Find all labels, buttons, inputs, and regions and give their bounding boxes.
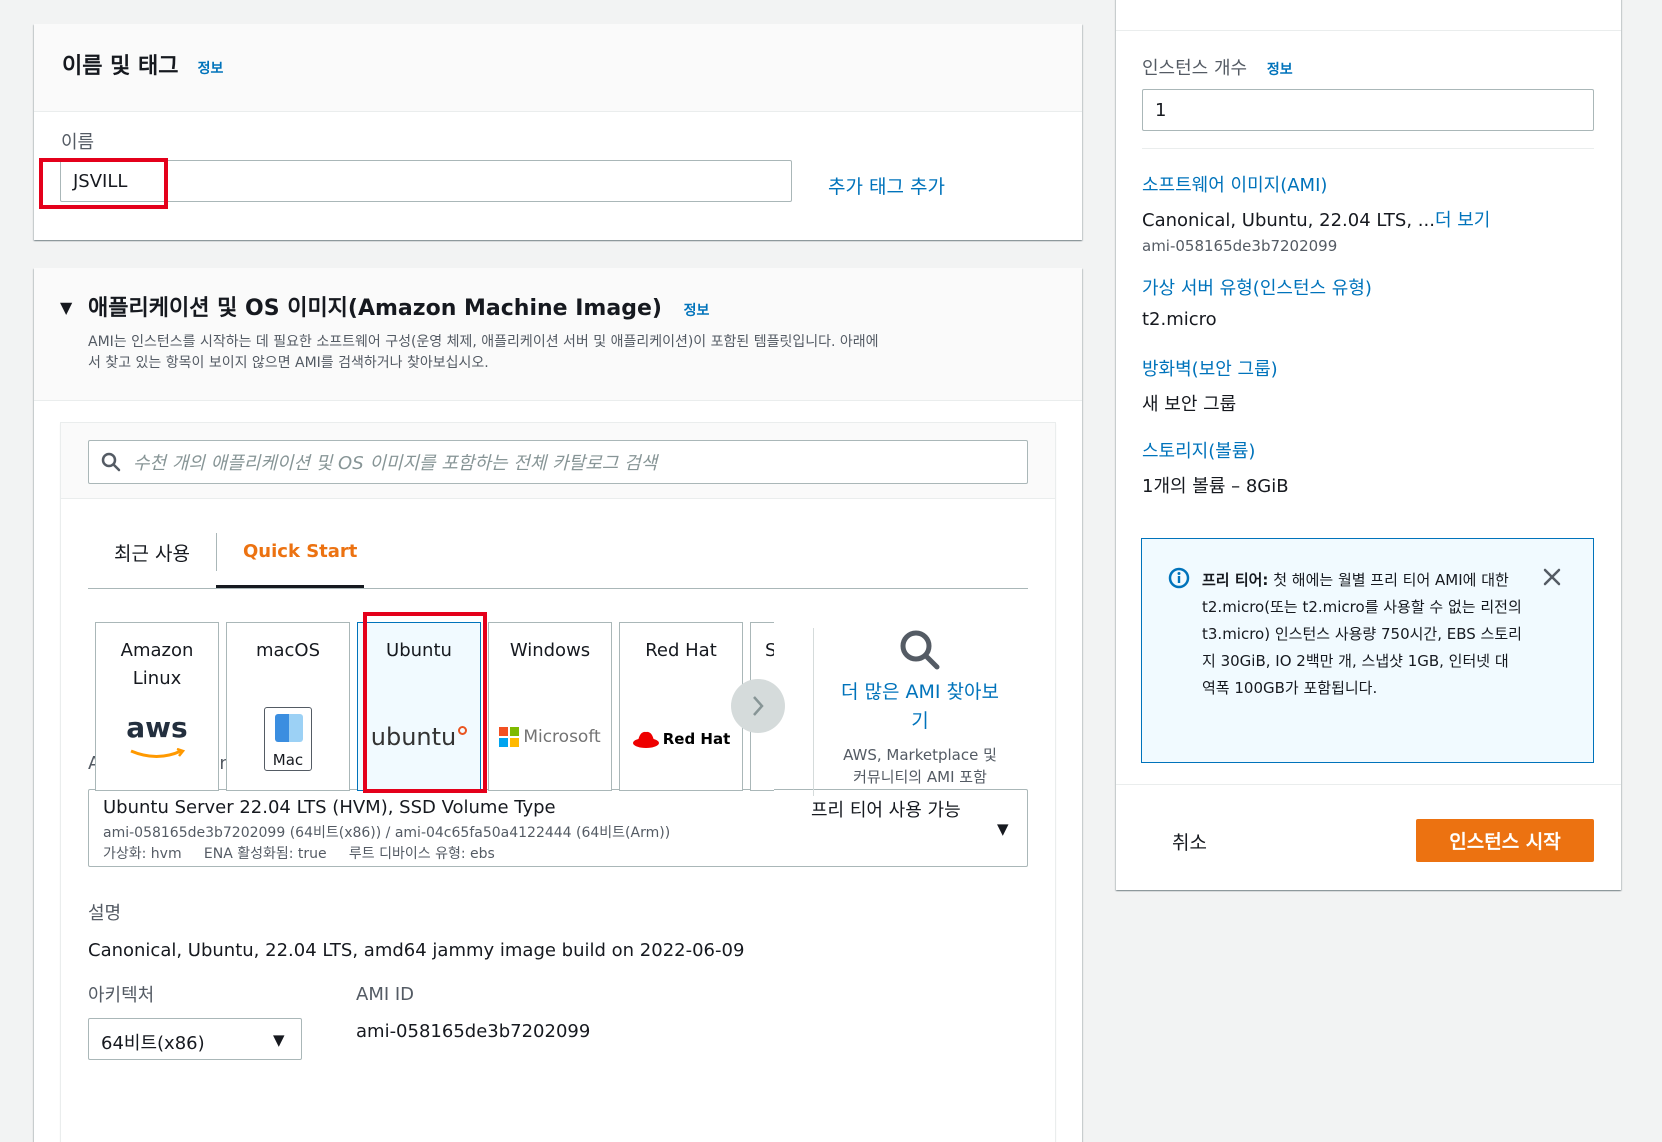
ami-description: AMI는 인스턴스를 시작하는 데 필요한 소프트웨어 구성(운영 체제, 애플… xyxy=(88,332,1048,374)
name-tags-header: 이름 및 태그 정보 xyxy=(34,24,1082,112)
count-label: 인스턴스 개수 정보 xyxy=(1142,54,1293,80)
summary-top-divider xyxy=(1116,30,1621,31)
ami-ena: ENA 활성화됨: true xyxy=(203,846,327,862)
more-ami-link[interactable]: 더 많은 AMI 찾아보 기 AWS, Marketplace 및 커뮤니티의 … xyxy=(826,628,1014,788)
ami-virt: 가상화: hvm xyxy=(103,846,182,862)
arch-select[interactable]: 64비트(x86) ▼ xyxy=(88,1018,302,1060)
launch-instance-button[interactable]: 인스턴스 시작 xyxy=(1416,819,1594,862)
name-tags-title: 이름 및 태그 xyxy=(62,54,179,79)
instance-count-input[interactable]: 1 xyxy=(1142,89,1594,131)
more-ami-text: 더 많은 AMI 찾아보 기 xyxy=(826,678,1014,736)
instance-type-value: t2.micro xyxy=(1142,309,1217,330)
add-tag-link[interactable]: 추가 태그 추가 xyxy=(828,172,945,199)
redhat-logo-icon: Red Hat xyxy=(620,725,742,753)
tab-quick-start[interactable]: Quick Start xyxy=(243,541,357,562)
ami-free-tier-badge: 프리 티어 사용 가능 xyxy=(811,800,961,821)
tile-macos[interactable]: macOS Mac xyxy=(226,622,350,791)
ami-select-name: Ubuntu Server 22.04 LTS (HVM), SSD Volum… xyxy=(103,797,556,818)
storage-link[interactable]: 스토리지(볼륨) xyxy=(1142,437,1255,463)
collapse-caret-icon[interactable]: ▼ xyxy=(60,298,72,317)
tile-logo-text: Red Hat xyxy=(662,730,731,748)
tiles-divider xyxy=(813,628,814,796)
chevron-right-icon xyxy=(753,696,764,716)
name-tags-panel: 이름 및 태그 정보 이름 JSVILL 추가 태그 추가 xyxy=(34,24,1082,240)
firewall-value: 새 보안 그룹 xyxy=(1142,394,1237,415)
ami-search-placeholder: 수천 개의 애플리케이션 및 OS 이미지를 포함하는 전체 카탈로그 검색 xyxy=(133,453,658,474)
tabs-underline xyxy=(88,588,1028,589)
tile-logo-text: Microsoft xyxy=(523,727,601,747)
highlight-ubuntu-box xyxy=(363,612,487,793)
software-image-value: Canonical, Ubuntu, 22.04 LTS, ...더 보기 xyxy=(1142,206,1490,232)
more-ami-line2: 기 xyxy=(911,710,929,732)
more-ami-line1: 더 많은 AMI 찾아보 xyxy=(841,681,999,703)
ami-search-bar-area: 수천 개의 애플리케이션 및 OS 이미지를 포함하는 전체 카탈로그 검색 xyxy=(61,423,1055,499)
software-image-link[interactable]: 소프트웨어 이미지(AMI) xyxy=(1142,171,1327,197)
tile-logo-text: Mac xyxy=(272,751,304,769)
search-icon xyxy=(900,630,940,670)
close-icon[interactable] xyxy=(1542,567,1562,587)
ami-description-line2: 서 찾고 있는 항목이 보이지 않으면 AMI를 검색하거나 찾아보십시오. xyxy=(88,355,489,371)
amiid-label: AMI ID xyxy=(356,984,415,1005)
count-label-text: 인스턴스 개수 xyxy=(1142,58,1248,79)
ami-select-ids: ami-058165de3b7202099 (64비트(x86)) / ami-… xyxy=(103,825,671,841)
name-label: 이름 xyxy=(61,132,95,153)
ami-header: ▼ 애플리케이션 및 OS 이미지(Amazon Machine Image) … xyxy=(34,268,1082,401)
mac-logo-icon: Mac xyxy=(227,707,349,771)
free-tier-alert: 프리 티어: 첫 해에는 월별 프리 티어 AMI에 대한 t2.micro(또… xyxy=(1141,538,1594,763)
software-more-link[interactable]: 더 보기 xyxy=(1435,210,1490,231)
highlight-name-box xyxy=(39,158,168,209)
free-tier-alert-bold: 프리 티어: xyxy=(1202,571,1269,589)
search-icon xyxy=(101,452,121,472)
arch-select-value: 64비트(x86) xyxy=(101,1033,205,1054)
tile-label: S xyxy=(765,637,774,665)
ami-info-link[interactable]: 정보 xyxy=(684,303,710,319)
more-ami-sub-line2: 커뮤니티의 AMI 포함 xyxy=(853,768,987,786)
instance-type-link[interactable]: 가상 서버 유형(인스턴스 유형) xyxy=(1142,274,1372,300)
free-tier-alert-text: 프리 티어: 첫 해에는 월별 프리 티어 AMI에 대한 t2.micro(또… xyxy=(1202,567,1522,702)
cancel-button[interactable]: 취소 xyxy=(1172,828,1207,855)
tile-logo-text: aws xyxy=(126,711,188,744)
tile-label: macOS xyxy=(255,640,321,661)
name-input[interactable]: JSVILL xyxy=(60,160,792,202)
ami-title-text: 애플리케이션 및 OS 이미지(Amazon Machine Image) xyxy=(88,296,662,321)
ami-description-line1: AMI는 인스턴스를 시작하는 데 필요한 소프트웨어 구성(운영 체제, 애플… xyxy=(88,334,879,350)
tile-label: Windows xyxy=(509,640,591,661)
microsoft-logo-icon: Microsoft xyxy=(489,723,611,751)
ami-select-dropdown[interactable]: Ubuntu Server 22.04 LTS (HVM), SSD Volum… xyxy=(88,789,1028,867)
more-ami-sub-line1: AWS, Marketplace 및 xyxy=(843,746,997,764)
tile-label: Linux xyxy=(132,668,182,689)
software-image-text: Canonical, Ubuntu, 22.04 LTS, ... xyxy=(1142,210,1435,231)
tile-label: Amazon xyxy=(120,640,194,661)
summary-footer-divider xyxy=(1116,784,1621,785)
arch-label: 아키텍처 xyxy=(88,985,155,1006)
dropdown-caret-icon: ▼ xyxy=(997,820,1009,838)
desc-label: 설명 xyxy=(88,903,122,924)
ami-root: 루트 디바이스 유형: ebs xyxy=(348,846,495,862)
tile-redhat[interactable]: Red Hat Red Hat xyxy=(619,622,743,791)
amiid-value: ami-058165de3b7202099 xyxy=(356,1021,591,1042)
next-arrow-button[interactable] xyxy=(731,679,785,733)
software-image-id: ami-058165de3b7202099 xyxy=(1142,237,1338,255)
tab-divider xyxy=(216,533,217,571)
tab-recent[interactable]: 최근 사용 xyxy=(114,539,190,566)
more-ami-sub: AWS, Marketplace 및 커뮤니티의 AMI 포함 xyxy=(826,744,1014,788)
desc-value: Canonical, Ubuntu, 22.04 LTS, amd64 jamm… xyxy=(88,940,745,961)
count-info-link[interactable]: 정보 xyxy=(1267,62,1293,78)
storage-value: 1개의 볼륨 – 8GiB xyxy=(1142,476,1289,497)
tile-amazon-linux[interactable]: Amazon Linux aws xyxy=(95,622,219,791)
info-icon xyxy=(1168,567,1190,589)
tile-label: Red Hat xyxy=(645,640,717,661)
summary-divider xyxy=(1142,148,1594,149)
ami-title: 애플리케이션 및 OS 이미지(Amazon Machine Image) 정보 xyxy=(88,290,709,322)
aws-logo-icon: aws xyxy=(96,711,218,769)
ami-search-input[interactable]: 수천 개의 애플리케이션 및 OS 이미지를 포함하는 전체 카탈로그 검색 xyxy=(88,440,1028,484)
firewall-link[interactable]: 방화벽(보안 그룹) xyxy=(1142,355,1278,381)
free-tier-alert-body: 첫 해에는 월별 프리 티어 AMI에 대한 t2.micro(또는 t2.mi… xyxy=(1202,571,1522,697)
name-tags-info-link[interactable]: 정보 xyxy=(198,61,224,77)
arch-caret-icon: ▼ xyxy=(273,1031,285,1049)
tile-windows[interactable]: Windows Microsoft xyxy=(488,622,612,791)
summary-panel: 인스턴스 개수 정보 1 소프트웨어 이미지(AMI) Canonical, U… xyxy=(1116,0,1621,890)
instance-count-value: 1 xyxy=(1155,99,1167,121)
ami-select-attrs: 가상화: hvm ENA 활성화됨: true 루트 디바이스 유형: ebs xyxy=(103,843,495,863)
